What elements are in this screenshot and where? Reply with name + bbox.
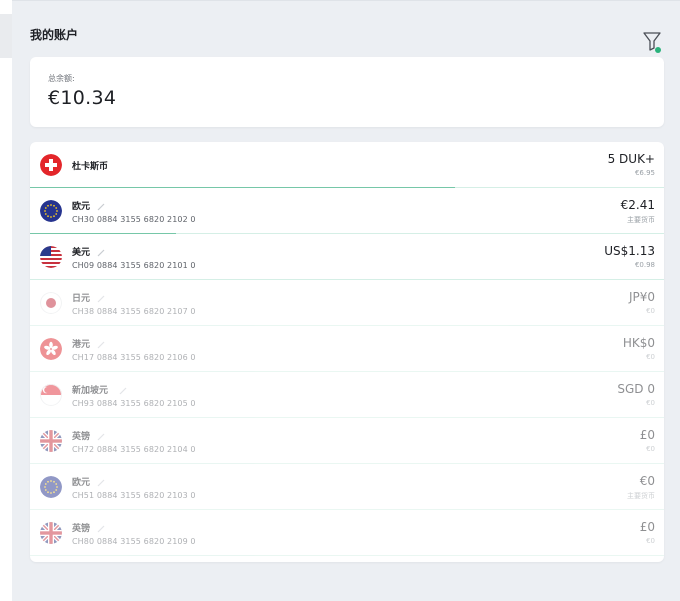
- account-balance-eur: €0: [646, 537, 655, 545]
- account-balance: JP¥0: [628, 290, 655, 304]
- us-flag-icon: [40, 246, 62, 268]
- japan-flag-icon: [40, 292, 62, 314]
- account-balance: US$1.13: [604, 244, 655, 258]
- account-name: 英镑: [72, 524, 91, 534]
- account-balance-eur: €0.98: [634, 261, 655, 269]
- uk-flag-icon: [40, 430, 62, 452]
- hongkong-flag-icon: [40, 338, 62, 360]
- primary-currency-badge: 主要货币: [627, 492, 655, 500]
- edit-icon[interactable]: [96, 335, 106, 349]
- main-content: 我的账户 总余额: €10.34 杜卡斯币 5 DUK+ €6.95 欧元 CH…: [12, 0, 680, 601]
- account-row[interactable]: 美元 CH09 0884 3155 6820 2101 0 US$1.13 €0…: [30, 234, 664, 280]
- account-name: 港元: [72, 340, 91, 350]
- account-iban: CH93 0884 3155 6820 2105 0: [72, 399, 196, 408]
- account-name: 欧元: [72, 478, 91, 488]
- edit-icon[interactable]: [118, 381, 128, 395]
- account-row[interactable]: 英镑 CH80 0884 3155 6820 2109 0 £0 €0: [30, 510, 664, 556]
- account-name: 杜卡斯币: [72, 162, 109, 172]
- edit-icon[interactable]: [96, 473, 106, 487]
- account-iban: CH09 0884 3155 6820 2101 0: [72, 261, 196, 270]
- primary-currency-badge: 主要货币: [627, 216, 655, 224]
- account-row[interactable]: 英镑 CH72 0884 3155 6820 2104 0 £0 €0: [30, 418, 664, 464]
- account-balance: €0: [639, 474, 655, 488]
- account-iban: CH72 0884 3155 6820 2104 0: [72, 445, 196, 454]
- account-row[interactable]: 欧元 CH51 0884 3155 6820 2103 0 €0 主要货币: [30, 464, 664, 510]
- singapore-flag-icon: [40, 384, 62, 406]
- total-balance-label: 总余额:: [48, 74, 75, 83]
- account-balance: 5 DUK+: [607, 152, 655, 166]
- account-balance-eur: €0: [646, 445, 655, 453]
- eu-flag-icon: [40, 476, 62, 498]
- total-balance-value: €10.34: [48, 87, 117, 109]
- page-title: 我的账户: [30, 28, 79, 42]
- account-iban: CH51 0884 3155 6820 2103 0: [72, 491, 196, 500]
- account-row[interactable]: 杜卡斯币 5 DUK+ €6.95: [30, 142, 664, 188]
- uk-flag-icon: [40, 522, 62, 544]
- total-balance-card: 总余额: €10.34: [30, 57, 664, 127]
- account-name: 新加坡元: [72, 386, 109, 396]
- eu-flag-icon: [40, 200, 62, 222]
- account-row[interactable]: 欧元 CH30 0884 3155 6820 2102 0 €2.41 主要货币: [30, 188, 664, 234]
- account-balance: HK$0: [622, 336, 655, 350]
- account-balance: £0: [639, 520, 655, 534]
- account-name: 美元: [72, 248, 91, 258]
- account-iban: CH17 0884 3155 6820 2106 0: [72, 353, 196, 362]
- account-iban: CH30 0884 3155 6820 2102 0: [72, 215, 196, 224]
- account-name: 日元: [72, 294, 91, 304]
- account-balance: €2.41: [620, 198, 655, 212]
- account-balance: SGD 0: [617, 382, 655, 396]
- account-balance: £0: [639, 428, 655, 442]
- left-rail: [0, 0, 12, 601]
- switzerland-flag-icon: [40, 154, 62, 176]
- edit-icon[interactable]: [96, 427, 106, 441]
- account-name: 英镑: [72, 432, 91, 442]
- account-iban: CH80 0884 3155 6820 2109 0: [72, 537, 196, 546]
- account-balance-eur: €0: [646, 399, 655, 407]
- left-rail-tab[interactable]: [0, 14, 12, 58]
- accounts-list: 杜卡斯币 5 DUK+ €6.95 欧元 CH30 0884 3155 6820…: [30, 142, 664, 562]
- account-iban: CH38 0884 3155 6820 2107 0: [72, 307, 196, 316]
- row-divider: [30, 555, 664, 556]
- edit-icon[interactable]: [96, 519, 106, 533]
- account-balance-eur: €0: [646, 307, 655, 315]
- filter-active-dot: [655, 47, 661, 53]
- account-name: 欧元: [72, 202, 91, 212]
- edit-icon[interactable]: [96, 289, 106, 303]
- account-row[interactable]: 港元 CH17 0884 3155 6820 2106 0 HK$0 €0: [30, 326, 664, 372]
- account-row[interactable]: 日元 CH38 0884 3155 6820 2107 0 JP¥0 €0: [30, 280, 664, 326]
- edit-icon[interactable]: [96, 243, 106, 257]
- edit-icon[interactable]: [96, 197, 106, 211]
- account-row[interactable]: 新加坡元 CH93 0884 3155 6820 2105 0 SGD 0 €0: [30, 372, 664, 418]
- account-balance-eur: €6.95: [634, 169, 655, 177]
- account-balance-eur: €0: [646, 353, 655, 361]
